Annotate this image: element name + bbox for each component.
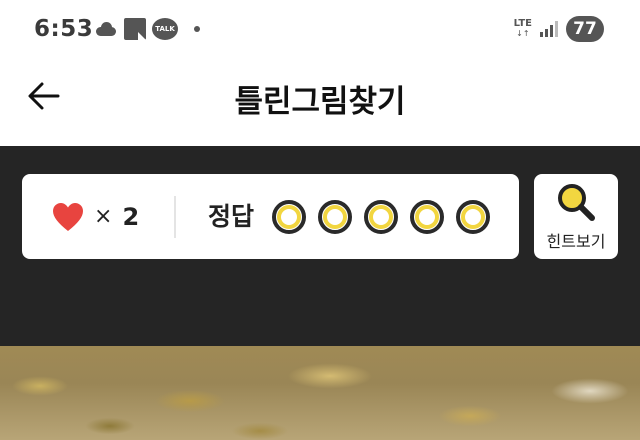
- puzzle-image[interactable]: [0, 346, 640, 440]
- divider: [174, 196, 176, 238]
- status-bar: 6:53 TALK LTE ↓↑ 77: [0, 0, 640, 62]
- magnifier-icon: [558, 184, 595, 221]
- data-arrows-icon: ↓↑: [516, 29, 530, 38]
- system-icons: LTE ↓↑ 77: [514, 16, 604, 42]
- cloud-icon: [94, 22, 118, 36]
- answer-label: 정답: [208, 202, 255, 231]
- heart-icon: [53, 202, 83, 231]
- lives-indicator: × 2: [52, 174, 139, 259]
- app-header: 틀린그림찾기: [0, 62, 640, 146]
- answer-slot: [456, 199, 490, 234]
- hint-label: 힌트보기: [546, 232, 606, 251]
- status-card: × 2 정답: [22, 174, 519, 259]
- notification-icons: TALK: [94, 18, 200, 40]
- note-icon: [124, 18, 146, 40]
- lives-multiplier: ×: [94, 204, 113, 229]
- battery-indicator: 77: [566, 16, 604, 42]
- answer-slots: [272, 174, 490, 259]
- more-notifications-dot-icon: [194, 26, 200, 32]
- network-indicator: LTE ↓↑: [514, 19, 532, 39]
- answer-slot: [410, 199, 444, 234]
- game-status-panel: × 2 정답 힌트보기: [0, 146, 640, 346]
- answer-slot: [272, 199, 306, 234]
- network-label: LTE: [513, 18, 532, 29]
- answer-slot: [318, 199, 352, 234]
- hint-button[interactable]: 힌트보기: [534, 174, 618, 259]
- lives-count: 2: [122, 202, 140, 231]
- talk-icon: TALK: [152, 18, 178, 40]
- page-title: 틀린그림찾기: [234, 84, 406, 120]
- answer-slot: [364, 199, 398, 234]
- status-time: 6:53: [34, 16, 94, 42]
- signal-icon: [540, 21, 558, 37]
